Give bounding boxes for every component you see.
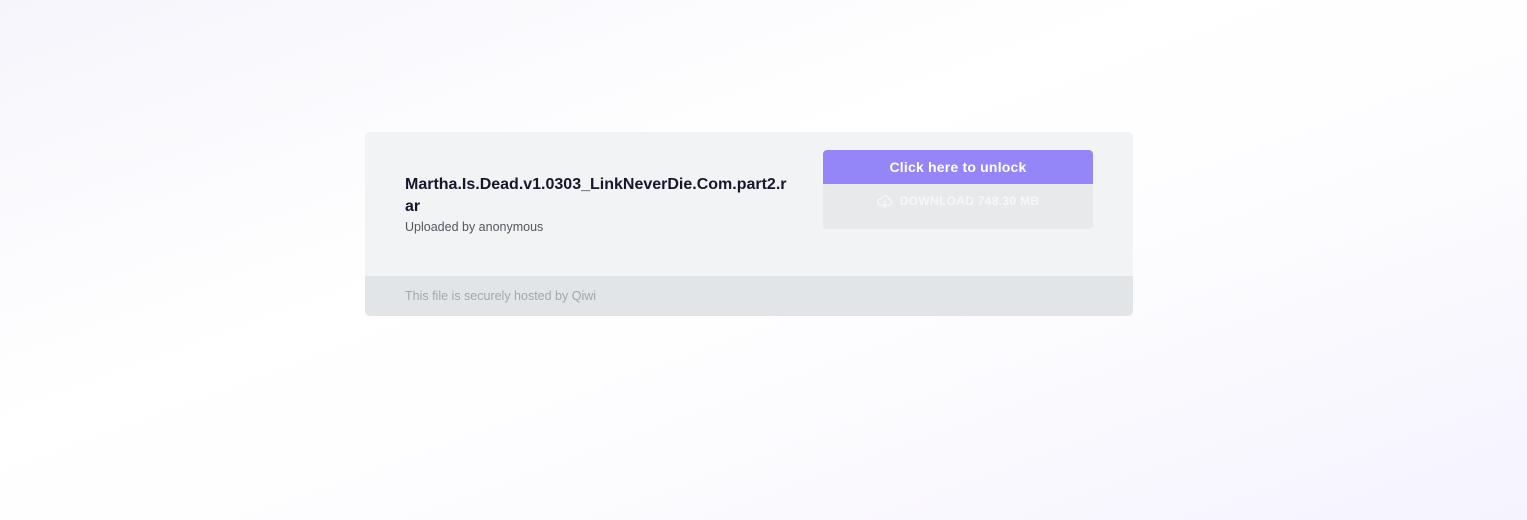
file-info: Martha.Is.Dead.v1.0303_LinkNeverDie.Com.… <box>405 174 795 236</box>
file-name: Martha.Is.Dead.v1.0303_LinkNeverDie.Com.… <box>405 176 787 215</box>
footer-text: This file is securely hosted by Qiwi <box>405 289 597 303</box>
download-button[interactable]: DOWNLOAD 748.30 MB <box>823 184 1093 218</box>
unlock-button[interactable]: Click here to unlock <box>823 150 1093 184</box>
card-footer: This file is securely hosted by Qiwi <box>365 276 1133 316</box>
cloud-download-icon <box>876 195 893 208</box>
file-card-body: Martha.Is.Dead.v1.0303_LinkNeverDie.Com.… <box>365 132 1133 276</box>
action-box: Click here to unlock DOWNLOAD 748.30 MB <box>823 150 1093 229</box>
uploader-text: Uploaded by anonymous <box>405 220 544 234</box>
file-card: Martha.Is.Dead.v1.0303_LinkNeverDie.Com.… <box>365 132 1133 316</box>
download-label: DOWNLOAD 748.30 MB <box>899 194 1040 208</box>
